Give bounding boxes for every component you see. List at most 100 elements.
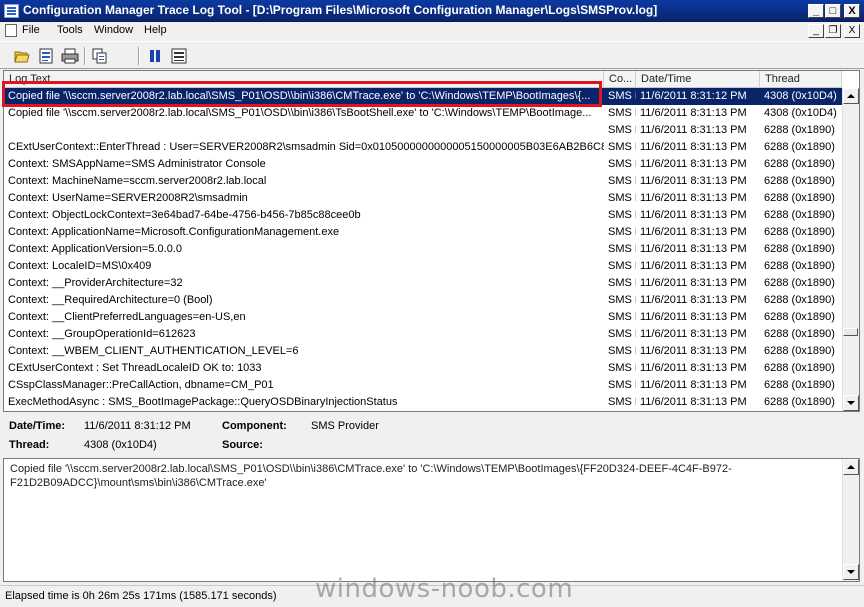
thread-cell: 6288 (0x1890) xyxy=(764,175,835,187)
component-cell: SMS F xyxy=(608,345,636,357)
thread-cell: 4308 (0x10D4) xyxy=(764,90,837,102)
open-list-icon[interactable] xyxy=(36,46,56,66)
document-icon[interactable] xyxy=(5,24,17,37)
open-folder-icon[interactable] xyxy=(12,46,32,66)
log-text-cell xyxy=(4,122,604,139)
chevron-down-icon xyxy=(847,570,855,574)
log-row[interactable]: Context: MachineName=sccm.server2008r2.l… xyxy=(4,173,842,190)
log-row[interactable]: CExtUserContext : Set ThreadLocaleID OK … xyxy=(4,360,842,377)
datetime-value: 11/6/2011 8:31:12 PM xyxy=(84,420,191,432)
log-row[interactable]: Context: LocaleID=MS\0x409 SMS F 11/6/2011… xyxy=(4,258,842,275)
message-pane[interactable]: Copied file '\\sccm.server2008r2.lab.loc… xyxy=(3,458,860,582)
log-row[interactable]: CSspClassManager::PreCallAction, dbname=… xyxy=(4,377,842,394)
print-icon[interactable] xyxy=(60,46,80,66)
component-cell: SMS F xyxy=(608,158,636,170)
component-cell: SMS F xyxy=(608,311,636,323)
chevron-up-icon xyxy=(847,94,855,98)
child-close-button[interactable]: X xyxy=(844,24,860,38)
log-text-cell: Context: SMSAppName=SMS Administrator Co… xyxy=(8,158,266,170)
log-text-cell: Context: ApplicationName=Microsoft.Confi… xyxy=(8,226,340,238)
thread-value: 4308 (0x10D4) xyxy=(84,439,157,451)
pause-icon[interactable] xyxy=(145,46,165,66)
minimize-button[interactable]: _ xyxy=(808,4,824,18)
child-restore-button[interactable]: ❐ xyxy=(825,24,841,38)
copy-icon[interactable] xyxy=(90,46,110,66)
column-header-thread[interactable]: Thread xyxy=(760,71,842,88)
maximize-button[interactable]: □ xyxy=(825,4,841,18)
datetime-cell: 11/6/2011 8:31:13 PM xyxy=(640,243,747,255)
log-row[interactable]: Context: SMSAppName=SMS Administrator Co… xyxy=(4,156,842,173)
datetime-cell: 11/6/2011 8:31:13 PM xyxy=(640,260,747,272)
menu-help[interactable]: Help xyxy=(144,24,167,36)
component-cell: SMS F xyxy=(608,396,636,408)
toolbar-separator xyxy=(138,47,140,65)
component-cell: SMS F xyxy=(608,277,636,289)
log-row[interactable]: Context: ApplicationVersion=5.0.0.0 SMS F… xyxy=(4,241,842,258)
log-row[interactable]: ExecMethodAsync : SMS_BootImagePackage::… xyxy=(4,394,842,411)
log-row[interactable]: SMS F 11/6/2011 8:31:13 PM 6288 (0x1890) xyxy=(4,122,842,139)
log-text-cell: Context: __ProviderArchitecture=32 xyxy=(8,277,183,289)
menu-window[interactable]: Window xyxy=(94,24,133,36)
component-cell: SMS F xyxy=(608,328,636,340)
log-text-cell: CSspClassManager::PreCallAction, dbname=… xyxy=(8,379,274,391)
message-scrollbar[interactable] xyxy=(842,459,859,581)
thread-cell: 6288 (0x1890) xyxy=(764,243,835,255)
column-header-component[interactable]: Co... xyxy=(604,71,636,88)
thread-cell: 6288 (0x1890) xyxy=(764,294,835,306)
log-row[interactable]: Context: __GroupOperationId=612623 SMS F 1… xyxy=(4,326,842,343)
component-cell: SMS F xyxy=(608,90,636,102)
component-cell: SMS F xyxy=(608,141,636,153)
app-icon xyxy=(4,4,19,18)
scroll-up-button[interactable] xyxy=(843,88,859,104)
log-text-cell: CExtUserContext : Set ThreadLocaleID OK … xyxy=(8,362,262,374)
component-cell: SMS F xyxy=(608,192,636,204)
elapsed-time-status: Elapsed time is 0h 26m 25s 171ms (1585.1… xyxy=(5,590,277,602)
log-text-cell: Context: UserName=SERVER2008R2\smsadmin xyxy=(8,192,248,204)
datetime-cell: 11/6/2011 8:31:13 PM xyxy=(640,396,747,408)
menu-tools[interactable]: Tools xyxy=(57,24,83,36)
component-cell: SMS F xyxy=(608,175,636,187)
log-list-scrollbar[interactable] xyxy=(842,88,859,411)
title-bar[interactable]: Configuration Manager Trace Log Tool - [… xyxy=(0,0,864,22)
log-list[interactable]: Log Text Co... Date/Time Thread Copied f… xyxy=(3,70,860,412)
toolbar-separator xyxy=(84,47,86,65)
datetime-label: Date/Time: xyxy=(9,420,66,432)
datetime-cell: 11/6/2011 8:31:13 PM xyxy=(640,277,747,289)
scroll-thumb[interactable] xyxy=(843,328,858,336)
thread-cell: 6288 (0x1890) xyxy=(764,277,835,289)
scroll-down-button[interactable] xyxy=(843,395,859,411)
message-scroll-up-button[interactable] xyxy=(843,459,859,475)
message-text[interactable]: Copied file '\\sccm.server2008r2.lab.loc… xyxy=(10,462,830,490)
log-row[interactable]: Context: __WBEM_CLIENT_AUTHENTICATION_LE… xyxy=(4,343,842,360)
log-row[interactable]: CExtUserContext::EnterThread : User=SERV… xyxy=(4,139,842,156)
column-header-datetime[interactable]: Date/Time xyxy=(636,71,760,88)
log-text-cell: Context: __WBEM_CLIENT_AUTHENTICATION_LE… xyxy=(8,345,299,357)
component-cell: SMS F xyxy=(608,209,636,221)
datetime-cell: 11/6/2011 8:31:12 PM xyxy=(640,90,747,102)
log-row[interactable]: Context: __ClientPreferredLanguages=en-U… xyxy=(4,309,842,326)
chevron-down-icon xyxy=(847,401,855,405)
log-row[interactable]: Context: __RequiredArchitecture=0 (Bool)… xyxy=(4,292,842,309)
log-row[interactable]: Context: UserName=SERVER2008R2\smsadmin S… xyxy=(4,190,842,207)
chevron-up-icon xyxy=(847,465,855,469)
log-row[interactable]: Context: ObjectLockContext=3e64bad7-64be… xyxy=(4,207,842,224)
datetime-cell: 11/6/2011 8:31:13 PM xyxy=(640,158,747,170)
highlight-annotation-box xyxy=(2,81,602,107)
thread-cell: 6288 (0x1890) xyxy=(764,379,835,391)
datetime-cell: 11/6/2011 8:31:13 PM xyxy=(640,141,747,153)
highlight-icon[interactable] xyxy=(169,46,189,66)
log-row[interactable]: Context: ApplicationName=Microsoft.Confi… xyxy=(4,224,842,241)
message-scroll-down-button[interactable] xyxy=(843,564,859,580)
menu-file[interactable]: File xyxy=(22,24,40,36)
component-cell: SMS F xyxy=(608,107,636,119)
child-minimize-button[interactable]: _ xyxy=(808,24,824,38)
component-cell: SMS F xyxy=(608,226,636,238)
log-row[interactable]: Context: __ProviderArchitecture=32 SMS F 1… xyxy=(4,275,842,292)
log-text-cell: Context: LocaleID=MS\0x409 xyxy=(8,260,152,272)
toolbar xyxy=(0,41,864,69)
datetime-cell: 11/6/2011 8:31:13 PM xyxy=(640,107,747,119)
log-text-cell: ExecMethodAsync : SMS_BootImagePackage::… xyxy=(8,396,398,408)
log-text-cell: Context: __RequiredArchitecture=0 (Bool) xyxy=(8,294,213,306)
close-button[interactable]: X xyxy=(844,4,860,18)
log-row[interactable]: Copied file '\\sccm.server2008r2.lab.loc… xyxy=(4,105,842,122)
